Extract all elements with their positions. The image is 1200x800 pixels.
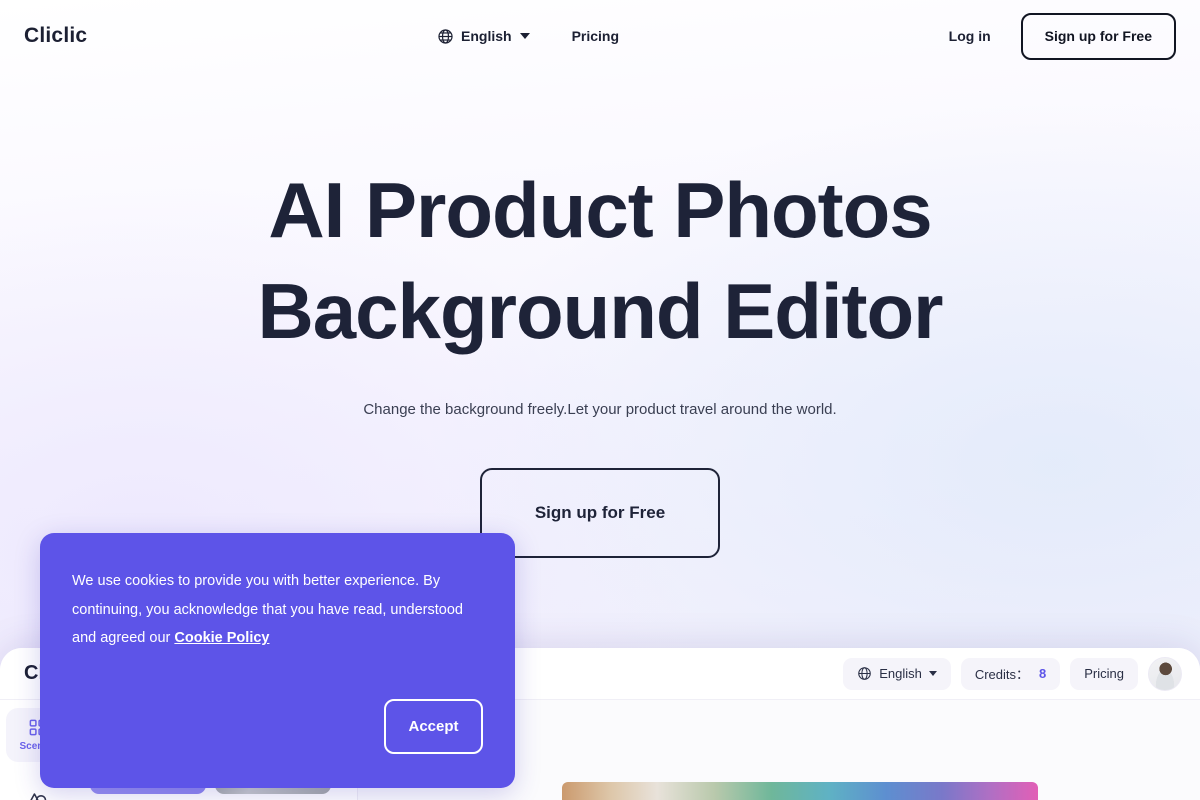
chevron-down-icon xyxy=(519,33,530,39)
login-link[interactable]: Log in xyxy=(949,28,991,44)
cookie-consent-banner: We use cookies to provide you with bette… xyxy=(40,533,515,788)
landing-page: Cliclic English Pricing Log in Sign up f… xyxy=(0,0,1200,800)
hero-subtitle: Change the background freely.Let your pr… xyxy=(363,400,837,418)
app-header-actions: English Credits： 8 Pricing xyxy=(843,656,1182,691)
credits-value: 8 xyxy=(1039,666,1047,681)
avatar[interactable] xyxy=(1148,656,1182,691)
hero-title-line-2: Background Editor xyxy=(257,267,943,356)
globe-icon xyxy=(437,28,454,45)
nav-center-group: English Pricing xyxy=(437,0,619,72)
mountain-image-icon xyxy=(26,788,48,800)
site-logo[interactable]: Cliclic xyxy=(24,24,87,48)
credits-label: Credits： xyxy=(974,667,1030,682)
app-language-selector[interactable]: English xyxy=(843,657,951,690)
hero-title-line-1: AI Product Photos xyxy=(268,166,932,254)
hero-signup-button[interactable]: Sign up for Free xyxy=(480,467,720,558)
language-selector[interactable]: English xyxy=(437,28,530,45)
signup-button[interactable]: Sign up for Free xyxy=(1020,12,1176,60)
credits-display[interactable]: Credits： 8 xyxy=(960,657,1061,690)
rainbow-gradient-banner xyxy=(562,782,1038,800)
hero-section: AI Product Photos Background Editor Chan… xyxy=(0,160,1200,558)
accept-cookies-button[interactable]: Accept xyxy=(384,699,483,754)
language-label: English xyxy=(461,28,512,44)
cookie-policy-link[interactable]: Cookie Policy xyxy=(174,630,269,646)
cookie-message: We use cookies to provide you with bette… xyxy=(72,567,483,653)
nav-pricing-link[interactable]: Pricing xyxy=(572,28,619,44)
app-language-label: English xyxy=(879,666,922,681)
globe-icon xyxy=(857,666,872,681)
page-title: AI Product Photos Background Editor xyxy=(0,160,1200,363)
top-navigation-bar: Cliclic English Pricing Log in Sign up f… xyxy=(0,0,1200,72)
nav-right-group: Log in Sign up for Free xyxy=(949,0,1176,72)
chevron-down-icon xyxy=(928,671,937,676)
app-pricing-button[interactable]: Pricing xyxy=(1070,657,1138,690)
